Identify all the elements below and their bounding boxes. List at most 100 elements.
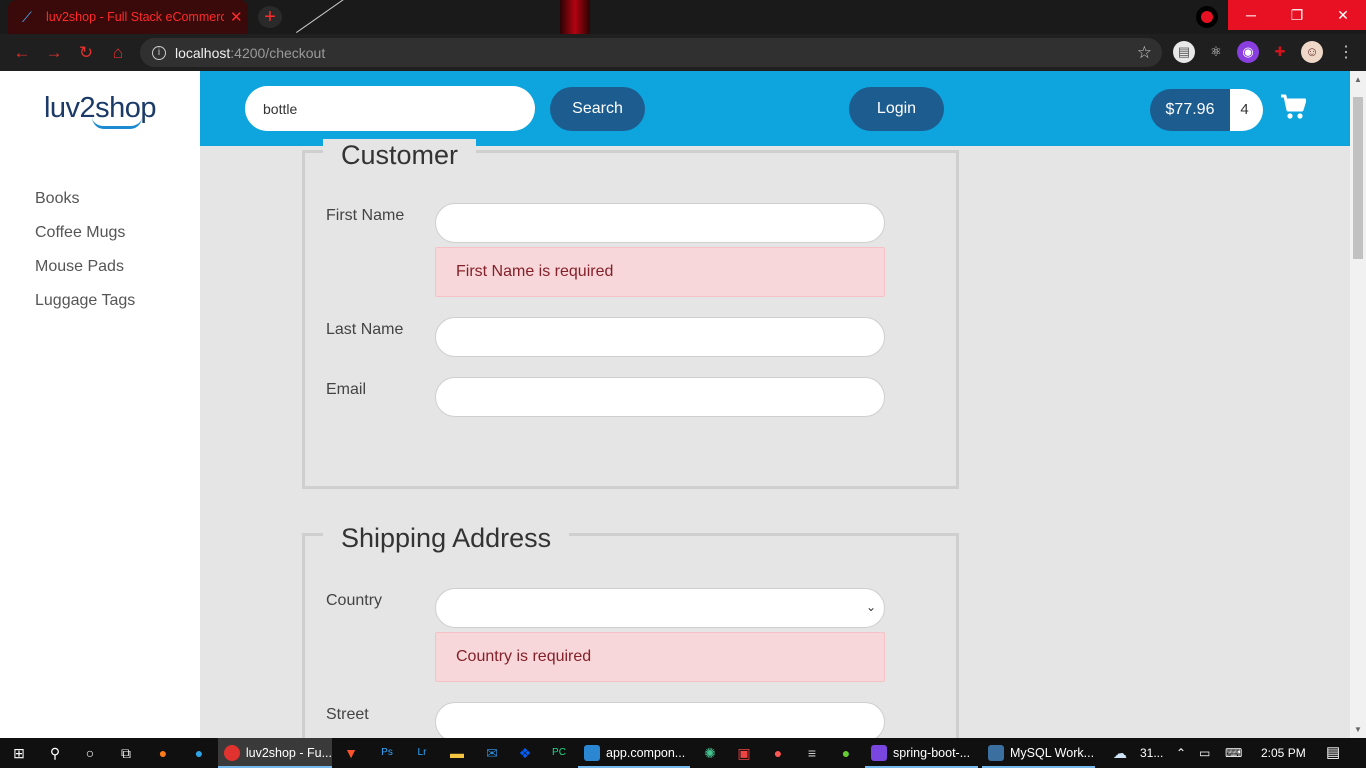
taskbar-app-intellij[interactable]: spring-boot-...: [865, 738, 978, 768]
mail-icon[interactable]: ✉: [482, 743, 502, 763]
cart-total[interactable]: $77.96: [1150, 89, 1230, 131]
app-lines-icon[interactable]: ≡: [802, 743, 822, 763]
mysql-workbench-icon: [988, 745, 1004, 761]
menu-kebab-icon[interactable]: ⋮: [1338, 42, 1354, 62]
email-label: Email: [326, 381, 367, 398]
chevron-down-icon: ⌄: [865, 600, 876, 614]
notifications-icon[interactable]: ▤: [1326, 738, 1340, 768]
favicon-icon: ⟋: [22, 9, 32, 25]
forward-icon[interactable]: →: [44, 43, 64, 63]
cart-quantity-badge[interactable]: 4: [1230, 89, 1263, 131]
browser-toolbar: ← → ↻ ⌂ i localhost:4200/checkout ☆ ▤ ⚛ …: [0, 34, 1366, 71]
header: bottle Search Login $77.96 4: [200, 71, 1350, 146]
sidebar-item-luggage-tags[interactable]: Luggage Tags: [0, 291, 200, 325]
taskbar-app-label: luv2shop - Fu...: [245, 746, 332, 760]
browser-tab-bar: ⟋ luv2shop - Full Stack eCommerce ✕ + ─ …: [0, 0, 1366, 34]
brand-logo-area[interactable]: luv2shop: [0, 71, 200, 146]
clock-time[interactable]: 2:05 PM: [1261, 738, 1306, 768]
bookmark-star-icon[interactable]: ☆: [1137, 43, 1152, 63]
tab-title: luv2shop - Full Stack eCommerce: [46, 10, 224, 24]
sidebar-item-coffee-mugs[interactable]: Coffee Mugs: [0, 223, 200, 257]
shopping-cart-icon[interactable]: [1280, 93, 1306, 121]
record-icon[interactable]: [1196, 6, 1218, 28]
site-info-icon[interactable]: i: [152, 45, 166, 60]
tray-chevron-icon[interactable]: ⌃: [1176, 738, 1186, 768]
extension-purple-icon[interactable]: ◉: [1237, 41, 1259, 63]
sidebar-item-mouse-pads[interactable]: Mouse Pads: [0, 257, 200, 291]
profile-avatar[interactable]: ☺: [1301, 41, 1323, 63]
minimize-button[interactable]: ─: [1228, 0, 1274, 30]
sidebar: Books Coffee Mugs Mouse Pads Luggage Tag…: [0, 146, 200, 738]
customer-section: Customer First Name First Name is requir…: [302, 139, 959, 489]
edge-icon[interactable]: ●: [189, 743, 209, 763]
country-label: Country: [326, 592, 383, 609]
reload-icon[interactable]: ↻: [76, 43, 96, 63]
browser-tab[interactable]: ⟋ luv2shop - Full Stack eCommerce ✕: [8, 0, 248, 34]
dropbox-icon[interactable]: ❖: [515, 743, 535, 763]
chrome-icon: [224, 745, 240, 761]
search-input-value: bottle: [263, 100, 298, 117]
react-devtools-icon[interactable]: ⚛: [1205, 41, 1227, 63]
cortana-icon[interactable]: ○: [80, 743, 100, 763]
maximize-button[interactable]: ❐: [1274, 0, 1320, 30]
shipping-address-legend: Shipping Address: [323, 522, 570, 554]
windows-taskbar: ⊞ ⚲ ○ ⧉ ● ● luv2shop - Fu... ▼ Ps Lr ▬ ✉…: [0, 738, 1366, 768]
battery-icon[interactable]: ▭: [1199, 738, 1210, 768]
search-button[interactable]: Search: [550, 87, 645, 131]
email-field[interactable]: [435, 377, 885, 417]
url-host: localhost: [175, 44, 231, 61]
brave-icon[interactable]: ▼: [341, 743, 361, 763]
scroll-down-icon[interactable]: ▼: [1354, 725, 1362, 734]
scroll-up-icon[interactable]: ▲: [1354, 75, 1362, 84]
extension-icon[interactable]: ▤: [1173, 41, 1195, 63]
taskbar-app-chrome[interactable]: luv2shop - Fu...: [218, 738, 332, 768]
page-viewport: luv2shop Books Coffee Mugs Mouse Pads Lu…: [0, 71, 1350, 738]
shipping-address-section: Shipping Address Country ⌄ Country is re…: [302, 522, 959, 738]
weather-cloud-icon[interactable]: ☁: [1110, 743, 1130, 763]
wallpaper-stripe: [560, 0, 590, 34]
close-window-button[interactable]: ✕: [1320, 0, 1366, 30]
login-button[interactable]: Login: [849, 87, 944, 131]
terminal-icon[interactable]: ▣: [734, 743, 754, 763]
first-name-field[interactable]: [435, 203, 885, 243]
weather-text[interactable]: 31...: [1140, 738, 1163, 768]
street-label: Street: [326, 706, 369, 723]
first-name-error: First Name is required: [435, 247, 885, 297]
intellij-icon: [871, 745, 887, 761]
country-select[interactable]: ⌄: [435, 588, 885, 628]
lightroom-icon[interactable]: Lr: [412, 743, 432, 763]
firefox-icon[interactable]: ●: [153, 743, 173, 763]
customer-legend: Customer: [323, 139, 477, 171]
photoshop-icon[interactable]: Ps: [377, 743, 397, 763]
postman-icon[interactable]: ●: [768, 743, 788, 763]
pycharm-icon[interactable]: PC: [549, 743, 569, 763]
scrollbar-thumb[interactable]: [1353, 97, 1363, 259]
taskbar-app-label: MySQL Work...: [1010, 746, 1095, 760]
country-error: Country is required: [435, 632, 885, 682]
page-scrollbar[interactable]: ▲ ▼: [1350, 71, 1366, 738]
keyboard-icon[interactable]: ⌨: [1225, 738, 1242, 768]
sidebar-item-books[interactable]: Books: [0, 189, 200, 223]
file-explorer-icon[interactable]: ▬: [447, 743, 467, 763]
new-tab-button[interactable]: +: [258, 6, 282, 28]
app-green-icon[interactable]: ✺: [700, 743, 720, 763]
logo-swoosh: [91, 117, 142, 129]
taskbar-app-mysql-workbench[interactable]: MySQL Work...: [982, 738, 1095, 768]
taskbar-app-vscode[interactable]: app.compon...: [578, 738, 690, 768]
url-path: :4200/checkout: [230, 44, 326, 61]
extensions-puzzle-icon[interactable]: ✚: [1269, 41, 1291, 63]
windows-start-icon[interactable]: ⊞: [9, 743, 29, 763]
taskbar-app-label: spring-boot-...: [893, 746, 971, 760]
tab-close-icon[interactable]: ✕: [230, 8, 243, 26]
search-input[interactable]: bottle: [245, 86, 535, 131]
home-icon[interactable]: ⌂: [108, 43, 128, 63]
back-icon[interactable]: ←: [12, 43, 32, 63]
task-view-icon[interactable]: ⧉: [116, 743, 136, 763]
search-icon[interactable]: ⚲: [45, 743, 65, 763]
logo: luv2shop: [44, 92, 157, 129]
street-field[interactable]: [435, 702, 885, 738]
app-leaf-icon[interactable]: ●: [836, 743, 856, 763]
taskbar-app-label: app.compon...: [606, 746, 686, 760]
address-bar[interactable]: i localhost:4200/checkout ☆: [140, 38, 1162, 67]
last-name-field[interactable]: [435, 317, 885, 357]
